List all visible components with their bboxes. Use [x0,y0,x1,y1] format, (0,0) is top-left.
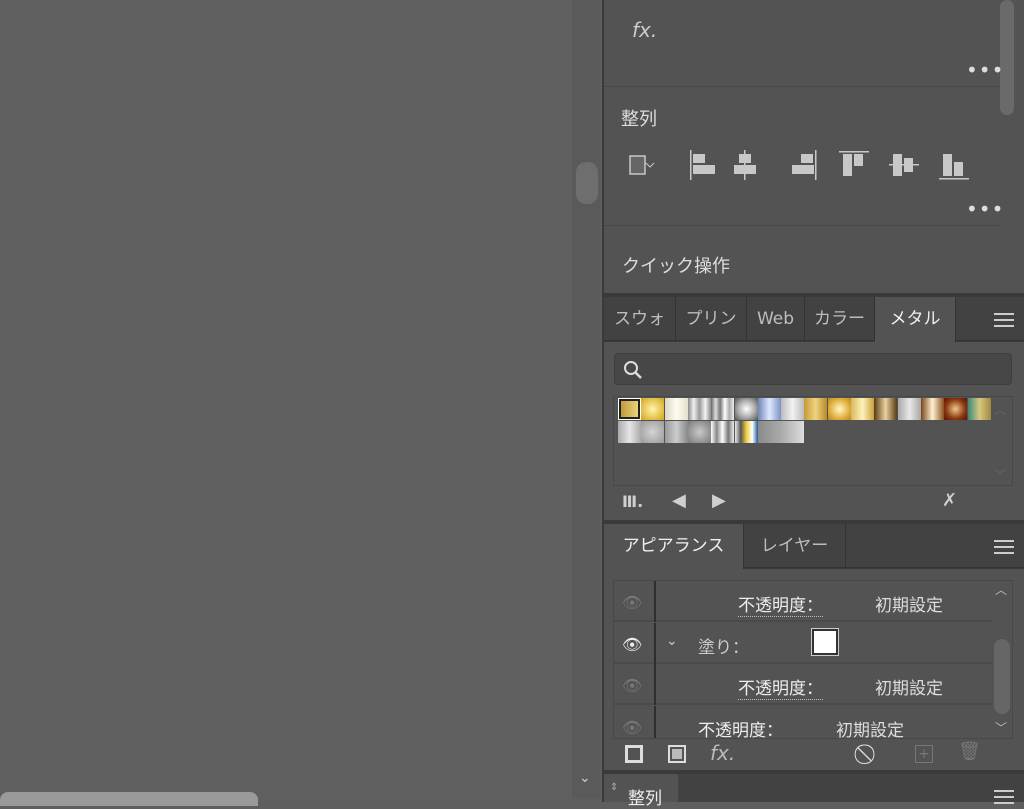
tab-color[interactable]: カラー [805,297,875,341]
appearance-panel-tabs: アピアランス レイヤー [604,524,1024,569]
tab-metal[interactable]: メタル [875,297,956,342]
row-label[interactable]: 不透明度： [738,591,823,617]
swatch-r1-15[interactable] [944,398,968,420]
swatch-r1-2[interactable] [641,398,665,420]
artboard-canvas[interactable] [0,0,572,802]
swatch-r2-6[interactable] [734,421,758,443]
align-title: 整列 [621,109,657,130]
fx-button[interactable]: fx. [632,18,657,42]
dock [0,792,258,806]
swatch-r1-9[interactable] [804,398,828,420]
swatch-r1-4[interactable] [687,398,711,420]
list-scrollbar-thumb[interactable] [994,639,1010,714]
appearance-row[interactable]: 👁 不透明度： 初期設定 [614,706,992,738]
swatch-r1-14[interactable] [920,398,944,420]
metal-swatch-panel: ︿ ﹀ Ⅲ. ◀ ▶ ✗ [604,342,1024,520]
row-value: 初期設定 [875,596,943,616]
swatch-r1-11[interactable] [851,398,874,420]
panel-menu-icon[interactable] [994,313,1014,327]
swatch-r2-7[interactable] [757,421,781,443]
fx-button[interactable]: fx. [710,741,735,765]
visibility-eye-icon[interactable]: 👁 [622,635,642,654]
row-value: 初期設定 [875,679,943,699]
visibility-eye-icon[interactable]: 👁 [622,676,642,695]
swatch-r2-8[interactable] [781,421,805,443]
row-label: 塗り： [698,638,749,658]
tab-appearance[interactable]: アピアランス [604,524,744,569]
next-library-icon[interactable]: ▶ [712,490,726,511]
duplicate-item-icon[interactable]: + [915,745,933,763]
visibility-eye-icon[interactable]: 👁 [622,718,642,737]
previous-library-icon[interactable]: ◀ [672,490,686,511]
align-tab-label: 整列 [628,789,662,809]
row-label[interactable]: 不透明度： [738,674,823,700]
grid-scroll-down-icon[interactable]: ﹀ [994,466,1006,483]
tab-layers[interactable]: レイヤー [744,524,846,568]
list-scroll-up-icon[interactable]: ︿ [995,581,1007,598]
divider [604,225,1000,226]
panel-menu-icon[interactable] [994,540,1014,554]
vertical-scrollbar[interactable] [572,0,600,798]
collapse-toggle-icon[interactable]: ⇕ [610,782,618,793]
search-icon [624,361,642,379]
divider [604,86,1000,87]
list-scroll-down-icon[interactable]: ﹀ [995,719,1007,736]
swatch-r2-1[interactable] [618,421,641,443]
align-hcenter-icon[interactable] [734,150,756,180]
swatch-r1-6[interactable] [734,398,758,420]
divider [654,623,656,664]
appearance-row[interactable]: 👁 不透明度： 初期設定 [614,664,992,705]
align-top-icon[interactable] [839,151,869,176]
swatch-r1-10[interactable] [827,398,851,420]
fill-color-swatch[interactable] [812,629,838,655]
swatch-r1-1[interactable] [618,398,641,420]
quick-actions-title: クイック操作 [622,256,730,277]
visibility-eye-icon[interactable]: 👁 [622,593,642,612]
grid-scroll-up-icon[interactable]: ︿ [994,401,1006,418]
swatch-panel-tabs: スウォ プリン Web カラー メタル [604,297,1024,342]
swatch-r1-5[interactable] [711,398,735,420]
align-panel-collapsed: ⇕ 整列 [604,774,1024,809]
align-to-icon[interactable] [629,155,655,175]
swatch-r2-2[interactable] [641,421,665,443]
align-left-icon[interactable] [690,150,715,180]
swatch-search-input[interactable] [614,353,1012,385]
swatch-r1-8[interactable] [781,398,805,420]
tab-print[interactable]: プリン [676,297,747,341]
scroll-down-icon[interactable]: ⌄ [579,770,591,786]
scrollbar-thumb[interactable] [576,162,598,204]
align-icons [629,150,969,180]
tab-swatches[interactable]: スウォ [604,297,676,341]
appearance-row[interactable]: 👁 不透明度： 初期設定 [614,581,992,622]
appearance-row[interactable]: 👁 ⌄ 塗り： [614,623,992,664]
swatch-r2-5[interactable] [711,421,735,443]
swatch-r1-13[interactable] [897,398,921,420]
swatch-r1-12[interactable] [874,398,898,420]
swatch-grid: ︿ ﹀ [613,396,1013,486]
add-stroke-button[interactable] [625,745,643,763]
divider [654,664,656,705]
row-value: 初期設定 [836,721,904,738]
swatch-library-icon[interactable]: Ⅲ. [622,492,643,511]
tab-align[interactable]: ⇕ 整列 [604,774,678,809]
swatch-r2-3[interactable] [664,421,688,443]
properties-panel: fx. ••• 整列 ••• クイック操作 [604,0,1024,293]
align-right-icon[interactable] [792,150,817,180]
align-vcenter-icon[interactable] [889,154,919,176]
divider [654,706,656,738]
swatch-r2-4[interactable] [687,421,711,443]
more-options-button[interactable]: ••• [966,60,1004,80]
tab-web[interactable]: Web [747,297,805,341]
align-more-button[interactable]: ••• [966,199,1004,219]
trash-icon[interactable]: 🗑 [958,741,981,762]
align-bottom-icon[interactable] [939,154,969,180]
eyedropper-icon[interactable]: ✗ [942,490,957,511]
expand-chevron-icon[interactable]: ⌄ [666,633,678,649]
divider [654,581,656,622]
swatch-r1-3[interactable] [664,398,688,420]
swatch-r1-7[interactable] [757,398,781,420]
add-fill-button[interactable] [668,745,686,763]
row-label: 不透明度： [698,721,783,738]
swatch-r1-16[interactable] [967,398,991,420]
